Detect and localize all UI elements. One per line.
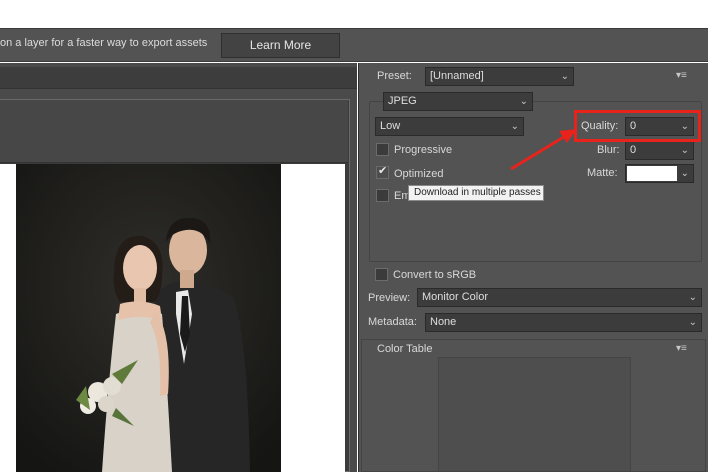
format-dropdown[interactable]: JPEG ⌄ (383, 92, 533, 111)
window-top-strip (0, 0, 708, 28)
chevron-down-icon: ⌄ (680, 145, 689, 156)
format-value: JPEG (388, 95, 417, 107)
preset-label: Preset: (377, 70, 412, 82)
chevron-down-icon: ⌄ (688, 292, 697, 303)
metadata-value: None (430, 316, 457, 328)
wedding-photo-image (16, 164, 281, 472)
matte-label: Matte: (587, 167, 618, 179)
blur-value: 0 (630, 144, 637, 156)
panel-menu-icon[interactable]: ▾≡ (676, 343, 687, 354)
chevron-down-icon: ⌄ (560, 71, 569, 82)
tooltip: Download in multiple passes (408, 185, 544, 201)
chevron-down-icon: ⌄ (688, 317, 697, 328)
checkmark-icon: ✔ (378, 165, 388, 177)
optimized-checkbox[interactable]: ✔ (376, 165, 389, 179)
convert-srgb-label: Convert to sRGB (393, 269, 477, 281)
learn-more-button[interactable]: Learn More (221, 33, 340, 58)
optimized-label: Optimized (394, 168, 444, 180)
preview-value: Monitor Color (422, 291, 489, 303)
quality-preset-dropdown[interactable]: Low ⌄ (375, 117, 524, 136)
preview-header (0, 100, 348, 163)
matte-color-swatch[interactable] (627, 166, 677, 181)
color-table-swatches[interactable] (438, 357, 631, 472)
preview-tab-strip[interactable] (0, 67, 357, 89)
preview-label: Preview: (368, 292, 411, 304)
blur-label: Blur: (597, 144, 620, 156)
preview-image (16, 164, 281, 472)
panel-menu-icon[interactable]: ▾≡ (676, 70, 687, 81)
chevron-down-icon: ⌄ (519, 96, 528, 107)
preview-dropdown[interactable]: Monitor Color ⌄ (417, 288, 702, 307)
color-table-label: Color Table (377, 343, 437, 355)
blur-field[interactable]: 0 ⌄ (625, 141, 694, 160)
quality-preset-value: Low (380, 120, 401, 132)
matte-dropdown[interactable]: ⌄ (625, 164, 694, 183)
preset-value: [Unnamed] (430, 70, 484, 82)
annotation-arrow-icon (510, 129, 577, 171)
quality-highlight-box (574, 110, 701, 142)
chevron-down-icon: ⌄ (680, 168, 689, 179)
embed-checkbox[interactable] (376, 189, 389, 202)
metadata-label: Metadata: (368, 316, 417, 328)
info-bar-message: on a layer for a faster way to export as… (0, 37, 208, 49)
progressive-label: Progressive (394, 144, 453, 156)
metadata-dropdown[interactable]: None ⌄ (425, 313, 702, 332)
preset-dropdown[interactable]: [Unnamed] ⌄ (425, 67, 574, 86)
convert-srgb-checkbox[interactable] (375, 268, 388, 281)
progressive-checkbox[interactable] (376, 143, 389, 156)
